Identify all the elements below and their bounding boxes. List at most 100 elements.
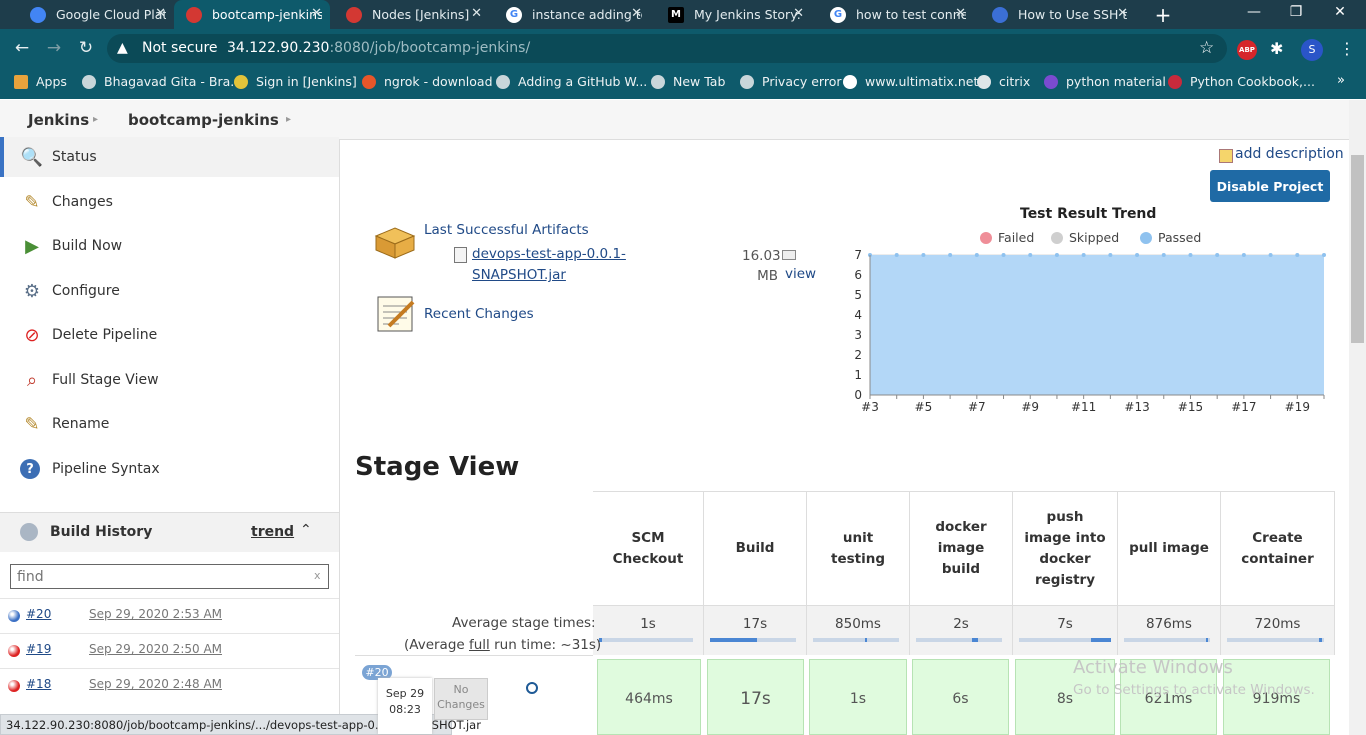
browser-tab[interactable]: Ginstance adding to ✕ [494, 0, 650, 29]
passed-point[interactable] [1081, 253, 1086, 257]
minimize-icon[interactable]: — [1244, 4, 1264, 20]
no-changes-box[interactable]: No Changes [434, 678, 488, 720]
fingerprint-icon[interactable] [782, 250, 796, 260]
side-task-status[interactable]: 🔍 Status [0, 137, 339, 177]
stage-cell-success[interactable]: 1s [809, 659, 907, 735]
side-task-pipeline-syntax[interactable]: ? Pipeline Syntax [0, 449, 339, 489]
bookmark-star-icon[interactable]: ☆ [1199, 38, 1214, 58]
side-task-full-stage-view[interactable]: ⌕ Full Stage View [0, 360, 339, 400]
passed-point[interactable] [1108, 253, 1113, 257]
stage-cell-success[interactable]: 17s [707, 659, 804, 735]
profile-avatar[interactable]: S [1301, 39, 1323, 61]
artifact-file-link[interactable]: devops-test-app-0.0.1-SNAPSHOT.jar [472, 244, 642, 286]
build-number-link[interactable]: #20 [26, 607, 51, 621]
build-date-link[interactable]: Sep 29, 2020 2:50 AM [89, 642, 222, 656]
build-number-link[interactable]: #18 [26, 677, 51, 691]
add-description-link[interactable]: add description [1235, 146, 1344, 162]
bookmark-item[interactable]: Sign in [Jenkins] [234, 74, 357, 89]
full-run-link[interactable]: full [469, 637, 490, 653]
bookmark-item[interactable]: python material [1044, 74, 1166, 89]
passed-point[interactable] [1241, 253, 1246, 257]
build-history-row[interactable]: #19 Sep 29, 2020 2:50 AM [0, 633, 339, 668]
bookmark-item[interactable]: Adding a GitHub W... [496, 74, 647, 89]
bookmark-item[interactable]: citrix [977, 74, 1030, 89]
browser-tab[interactable]: Ghow to test conne ✕ [818, 0, 974, 29]
side-task-configure[interactable]: ⚙ Configure [0, 271, 339, 311]
bookmark-item[interactable]: Bhagavad Gita - Bra... [82, 74, 242, 89]
breadcrumb-arrow-icon[interactable]: ▸ [93, 114, 98, 125]
url-text[interactable]: 34.122.90.230:8080/job/bootcamp-jenkins/ [227, 40, 530, 56]
recent-changes-link[interactable]: Recent Changes [424, 306, 534, 322]
build-history-row[interactable]: #20 Sep 29, 2020 2:53 AM [0, 598, 339, 633]
bookmark-item[interactable]: Apps [14, 74, 67, 89]
breadcrumb-arrow-icon[interactable]: ▸ [286, 114, 291, 125]
passed-point[interactable] [1161, 253, 1166, 257]
browser-tab[interactable]: Google Cloud Plat ✕ [18, 0, 174, 29]
build-date-link[interactable]: Sep 29, 2020 2:48 AM [89, 677, 222, 691]
build-number-link[interactable]: #19 [26, 642, 51, 656]
build-date-link[interactable]: Sep 29, 2020 2:53 AM [89, 607, 222, 621]
clear-search-icon[interactable]: x [314, 569, 321, 582]
scrollbar-thumb[interactable] [1351, 155, 1364, 343]
passed-point[interactable] [1054, 253, 1059, 257]
bookmark-item[interactable]: Python Cookbook,... [1168, 74, 1315, 89]
extensions-icon[interactable]: ✱ [1270, 39, 1283, 58]
security-label[interactable]: Not secure [142, 40, 218, 56]
stage-cell-success[interactable]: 6s [912, 659, 1009, 735]
breadcrumb-project[interactable]: bootcamp-jenkins [128, 111, 279, 129]
last-successful-artifacts-link[interactable]: Last Successful Artifacts [424, 222, 589, 238]
restore-icon[interactable]: ❐ [1286, 4, 1306, 20]
browser-tab[interactable]: bootcamp-jenkins ✕ [174, 0, 330, 29]
side-task-delete-pipeline[interactable]: ⊘ Delete Pipeline [0, 315, 339, 355]
passed-point[interactable] [948, 253, 953, 257]
passed-point[interactable] [921, 253, 926, 257]
disable-project-button[interactable]: Disable Project [1210, 170, 1330, 202]
forward-icon[interactable]: → [42, 38, 66, 58]
passed-point[interactable] [1001, 253, 1006, 257]
artifact-view-link[interactable]: view [785, 266, 816, 282]
legend-item[interactable]: Passed [1140, 230, 1201, 245]
new-tab-button[interactable]: + [1152, 3, 1174, 27]
passed-point[interactable] [1028, 253, 1033, 257]
close-tab-icon[interactable]: ✕ [155, 6, 166, 21]
close-tab-icon[interactable]: ✕ [311, 6, 322, 21]
build-history-row[interactable]: #18 Sep 29, 2020 2:48 AM [0, 668, 339, 703]
adblock-icon[interactable]: ABP [1237, 40, 1257, 60]
passed-point[interactable] [1188, 253, 1193, 257]
build-trend-link[interactable]: trend [251, 524, 294, 540]
more-bookmarks-icon[interactable]: » [1337, 73, 1345, 88]
passed-point[interactable] [1215, 253, 1220, 257]
bookmark-item[interactable]: ngrok - download [362, 74, 493, 89]
passed-point[interactable] [894, 253, 899, 257]
bookmark-item[interactable]: New Tab [651, 74, 725, 89]
passed-point[interactable] [1268, 253, 1273, 257]
legend-item[interactable]: Skipped [1051, 230, 1119, 245]
passed-point[interactable] [1295, 253, 1300, 257]
edit-description-icon[interactable] [1219, 149, 1233, 163]
passed-point[interactable] [1135, 253, 1140, 257]
reload-icon[interactable]: ↻ [74, 38, 98, 58]
browser-menu-icon[interactable]: ⋮ [1339, 39, 1355, 58]
legend-item[interactable]: Failed [980, 230, 1034, 245]
close-window-icon[interactable]: ✕ [1330, 4, 1350, 20]
breadcrumb-jenkins[interactable]: Jenkins [28, 111, 89, 129]
browser-tab[interactable]: M My Jenkins Story: C ✕ [656, 0, 812, 29]
close-tab-icon[interactable]: ✕ [793, 6, 804, 21]
run-details-icon[interactable] [526, 682, 538, 694]
stage-cell-success[interactable]: 464ms [597, 659, 701, 735]
bookmark-item[interactable]: www.ultimatix.net [843, 74, 978, 89]
back-icon[interactable]: ← [10, 38, 34, 58]
collapse-caret-icon[interactable]: ⌃ [300, 522, 312, 538]
warning-icon[interactable]: ▲ [117, 40, 128, 56]
passed-point[interactable] [1322, 253, 1326, 257]
bookmark-item[interactable]: Privacy error [740, 74, 842, 89]
side-task-changes[interactable]: ✎ Changes [0, 182, 339, 222]
browser-tab[interactable]: How to Use SSH to ✕ [980, 0, 1136, 29]
close-tab-icon[interactable]: ✕ [471, 6, 482, 21]
close-tab-icon[interactable]: ✕ [1117, 6, 1128, 21]
browser-tab[interactable]: Nodes [Jenkins] ✕ [334, 0, 490, 29]
close-tab-icon[interactable]: ✕ [955, 6, 966, 21]
build-search-input[interactable] [10, 564, 329, 589]
side-task-build-now[interactable]: ▶ Build Now [0, 226, 339, 266]
close-tab-icon[interactable]: ✕ [631, 6, 642, 21]
